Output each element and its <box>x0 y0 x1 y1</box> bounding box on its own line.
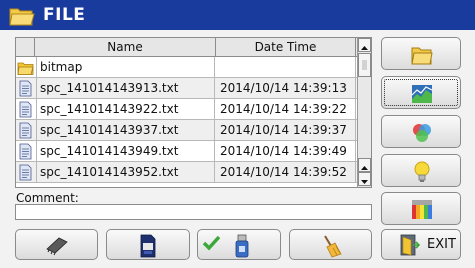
folder-icon <box>17 62 34 75</box>
usb-drive-icon <box>235 234 249 258</box>
arrow-down-icon <box>361 180 368 184</box>
window-title: FILE <box>43 5 86 25</box>
spectrum-color-button[interactable] <box>381 192 461 225</box>
sd-card-icon <box>140 234 156 258</box>
lightbulb-icon <box>414 161 430 182</box>
text-file-icon <box>19 164 32 181</box>
file-name: spc_141014143922.txt <box>36 99 215 119</box>
exit-door-icon <box>400 234 420 256</box>
file-date: 2014/10/14 14:39:37 <box>216 120 356 140</box>
comment-label: Comment: <box>16 191 79 205</box>
table-row[interactable]: spc_141014143949.txt 2014/10/14 14:39:49 <box>16 141 357 162</box>
clear-button[interactable] <box>289 229 372 260</box>
file-name: spc_141014143949.txt <box>36 141 215 161</box>
file-date: 2014/10/14 14:39:22 <box>216 99 356 119</box>
scroll-up-button[interactable] <box>358 38 371 52</box>
comment-input[interactable] <box>15 204 372 220</box>
illuminance-button[interactable] <box>381 154 461 187</box>
internal-memory-button[interactable] <box>15 229 98 260</box>
checkmark-icon <box>202 235 221 251</box>
file-name: spc_141014143937.txt <box>36 120 215 140</box>
file-name: spc_141014143913.txt <box>36 78 215 98</box>
color-circles-icon <box>413 124 431 142</box>
text-file-icon <box>19 122 32 139</box>
folder-icon <box>411 47 433 65</box>
text-file-icon <box>19 101 32 118</box>
header-select-column <box>16 38 35 56</box>
exit-button[interactable]: EXIT <box>381 229 461 260</box>
grip-icon <box>362 60 367 70</box>
memory-chip-icon <box>46 237 68 256</box>
usb-save-button[interactable] <box>197 229 281 260</box>
text-file-icon <box>19 80 32 97</box>
table-row[interactable]: bitmap <box>16 57 357 78</box>
table-row[interactable]: spc_141014143937.txt 2014/10/14 14:39:37 <box>16 120 357 141</box>
exit-label: EXIT <box>427 237 456 252</box>
file-table: Name Date Time bitmap spc_141014143913.t… <box>15 37 372 188</box>
color-analysis-button[interactable] <box>381 115 461 148</box>
sd-card-button[interactable] <box>106 229 190 260</box>
table-row[interactable]: spc_141014143922.txt 2014/10/14 14:39:22 <box>16 99 357 120</box>
scroll-thumb[interactable] <box>358 53 371 77</box>
file-name: bitmap <box>36 57 215 77</box>
vertical-scrollbar[interactable] <box>357 38 371 187</box>
file-date <box>216 57 356 77</box>
table-row[interactable]: spc_141014143913.txt 2014/10/14 14:39:13 <box>16 78 357 99</box>
file-date: 2014/10/14 14:39:52 <box>216 162 356 182</box>
title-bar: FILE <box>0 0 475 30</box>
file-name: spc_141014143952.txt <box>36 162 215 182</box>
header-date-time[interactable]: Date Time <box>216 38 356 56</box>
spectrum-icon <box>412 200 432 219</box>
file-date: 2014/10/14 14:39:13 <box>216 78 356 98</box>
scroll-down-button[interactable] <box>358 172 371 186</box>
open-folder-button[interactable] <box>381 37 461 70</box>
spectrum-chart-button[interactable] <box>381 76 461 109</box>
broom-icon <box>324 235 342 258</box>
text-file-icon <box>19 143 32 160</box>
chart-icon <box>411 85 433 103</box>
header-name[interactable]: Name <box>35 38 216 56</box>
table-row[interactable]: spc_141014143952.txt 2014/10/14 14:39:52 <box>16 162 357 183</box>
table-header: Name Date Time <box>16 38 371 57</box>
scroll-up-step-button[interactable] <box>358 158 371 172</box>
file-date: 2014/10/14 14:39:49 <box>216 141 356 161</box>
folder-icon <box>9 8 35 26</box>
